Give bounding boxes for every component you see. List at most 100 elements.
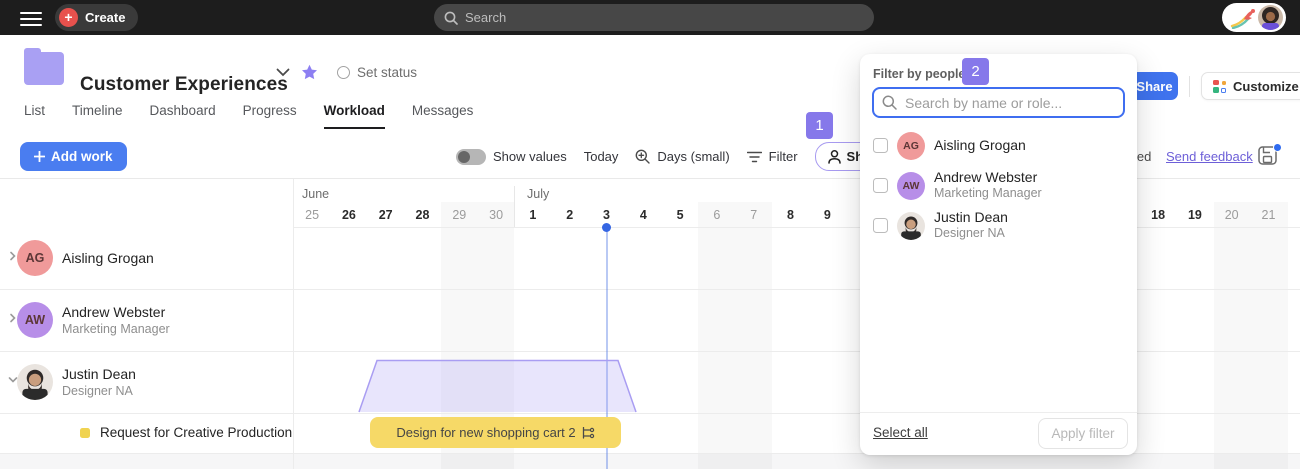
people-list-item[interactable]: AG Aisling Grogan (860, 126, 1137, 166)
plus-icon: + (59, 8, 78, 27)
day-header-cell: 8 (772, 208, 809, 222)
show-values-toggle[interactable]: Show values (456, 149, 567, 165)
create-button-label: Create (85, 10, 125, 25)
day-header-cell: 19 (1176, 208, 1213, 222)
day-header-cell: 4 (625, 208, 662, 222)
global-search-placeholder: Search (465, 10, 506, 25)
hamburger-menu-icon[interactable] (20, 8, 42, 26)
task-label: Request for Creative Production (100, 425, 292, 440)
today-label: Today (584, 149, 619, 164)
people-search-input[interactable] (903, 94, 1115, 112)
person-name: Justin Dean (934, 209, 1008, 225)
day-header-cell: 18 (1140, 208, 1177, 222)
month-label-june: June (302, 187, 329, 201)
toggle-off-icon[interactable] (456, 149, 486, 165)
search-icon (882, 95, 897, 110)
notification-dot (1273, 143, 1282, 152)
day-header-cell: 20 (1213, 208, 1250, 222)
filter-label: Filter (769, 149, 798, 164)
tab-timeline[interactable]: Timeline (72, 103, 123, 129)
day-header-cell: 30 (478, 208, 515, 222)
initials-avatar: AG (897, 132, 925, 160)
photo-avatar (17, 364, 53, 400)
apply-filter-button[interactable]: Apply filter (1038, 418, 1128, 449)
checkbox-unchecked[interactable] (873, 218, 888, 233)
annotation-badge-1: 1 (806, 112, 833, 139)
snapshot-save-icon[interactable] (1258, 146, 1280, 166)
annotation-badge-2: 2 (962, 58, 989, 85)
person-name: Aisling Grogan (62, 250, 154, 266)
today-button[interactable]: Today (584, 149, 619, 164)
zoom-level-button[interactable]: Days (small) (635, 149, 729, 164)
global-search-input[interactable]: Search (434, 4, 874, 31)
person-name: Andrew Webster (934, 169, 1037, 185)
top-bar: + Create Search (0, 0, 1300, 35)
favorite-star-icon[interactable] (301, 64, 318, 81)
day-header-cell: 6 (698, 208, 735, 222)
workload-trapezoid[interactable] (350, 359, 646, 413)
title-chevron-down-icon[interactable] (276, 68, 290, 77)
status-ring-icon (337, 66, 350, 79)
day-header-cell: 27 (367, 208, 404, 222)
customize-grid-icon (1213, 80, 1226, 93)
person-role: Designer NA (62, 384, 133, 398)
project-folder-icon[interactable] (24, 52, 64, 85)
tab-workload[interactable]: Workload (324, 103, 385, 129)
checkbox-unchecked[interactable] (873, 178, 888, 193)
person-name: Aisling Grogan (934, 137, 1026, 153)
zoom-level-label: Days (small) (657, 149, 729, 164)
dependency-icon (581, 427, 595, 439)
day-header-cell: 26 (330, 208, 367, 222)
set-status-label: Set status (357, 65, 417, 80)
next-row-strip (0, 453, 1300, 469)
tab-list[interactable]: List (24, 103, 45, 129)
filter-button[interactable]: Filter (747, 149, 798, 164)
day-header-cell: 9 (809, 208, 846, 222)
filter-by-people-dropdown: Filter by people AG Aisling Grogan AW Andre… (860, 54, 1137, 455)
add-work-button[interactable]: Add work (20, 142, 127, 171)
person-name: Andrew Webster (62, 304, 165, 320)
timeline-toolbar: Show values Today Days (small) Filter Sh… (456, 142, 917, 171)
checkbox-unchecked[interactable] (873, 138, 888, 153)
create-button[interactable]: + Create (55, 4, 138, 31)
user-avatar (1258, 5, 1283, 30)
set-status-button[interactable]: Set status (337, 65, 417, 80)
share-button[interactable]: Share (1131, 72, 1178, 100)
initials-avatar: AW (897, 172, 925, 200)
day-header-cell: 1 (514, 208, 551, 222)
people-search-field[interactable] (872, 87, 1125, 118)
plus-icon (34, 151, 45, 162)
workload-page: + Create Search (0, 0, 1300, 469)
day-header-cell: 25 (294, 208, 331, 222)
workload-task-label: Design for new shopping cart 2 (396, 425, 575, 440)
people-list-item[interactable]: AW Andrew WebsterMarketing Manager (860, 166, 1137, 206)
month-label-july: July (527, 187, 549, 201)
day-header-cell: 2 (551, 208, 588, 222)
person-role: Marketing Manager (62, 322, 170, 336)
tab-dashboard[interactable]: Dashboard (150, 103, 216, 129)
select-all-link[interactable]: Select all (873, 425, 928, 440)
filter-icon (747, 151, 762, 163)
task-color-bullet (80, 428, 90, 438)
send-feedback-link[interactable]: Send feedback (1166, 149, 1253, 164)
day-header-cell: 28 (404, 208, 441, 222)
customize-button[interactable]: Customize (1201, 72, 1300, 100)
tab-messages[interactable]: Messages (412, 103, 474, 129)
mascot-icon (1230, 7, 1256, 29)
footer-divider (860, 412, 1137, 413)
person-icon (828, 150, 841, 164)
zoom-in-icon (635, 149, 650, 164)
customize-label: Customize (1233, 79, 1299, 94)
people-list-item[interactable]: Justin DeanDesigner NA (860, 206, 1137, 246)
people-list: AG Aisling Grogan AW Andrew WebsterMarketin… (860, 126, 1137, 246)
tab-progress[interactable]: Progress (243, 103, 297, 129)
person-role: Marketing Manager (934, 186, 1042, 200)
dropdown-title: Filter by people (873, 67, 965, 81)
profile-area[interactable] (1222, 3, 1286, 32)
today-marker-dot (602, 223, 611, 232)
person-role: Designer NA (934, 226, 1005, 240)
day-header-cell: 3 (588, 208, 625, 222)
page-title: Customer Experiences (80, 74, 288, 96)
day-header-cell: 29 (441, 208, 478, 222)
workload-task-bar[interactable]: Design for new shopping cart 2 (370, 417, 621, 448)
